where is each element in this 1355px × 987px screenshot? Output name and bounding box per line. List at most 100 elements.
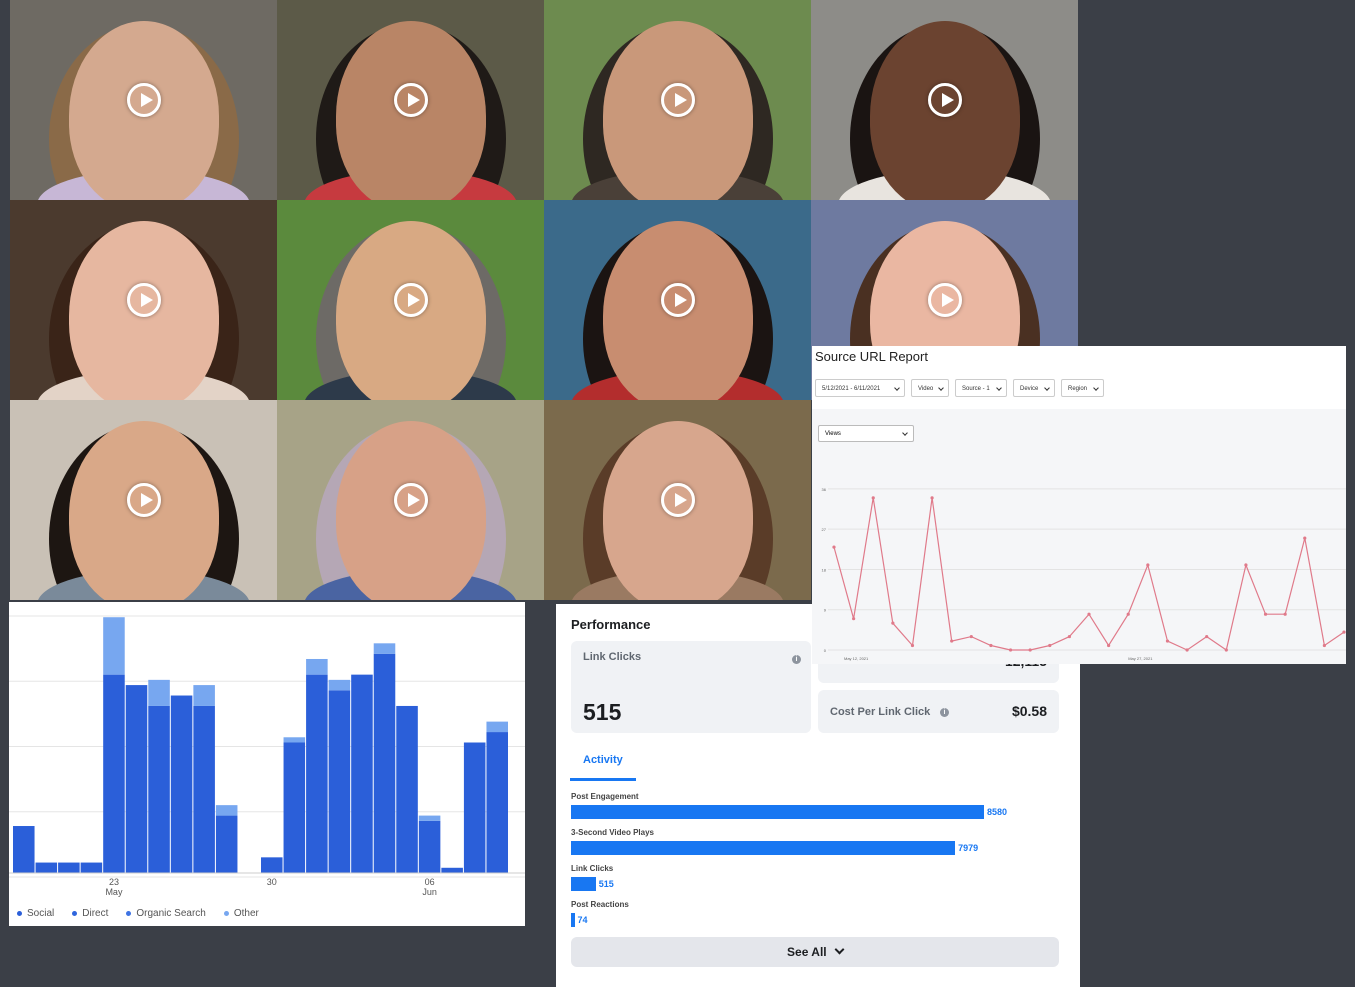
report-filter-dropdown[interactable]: Device [1013,379,1055,397]
play-icon[interactable] [126,483,161,517]
chevron-down-icon [1093,385,1099,391]
video-tile[interactable] [277,400,544,600]
bar-segment [103,617,125,675]
legend-label: Social [27,908,55,919]
data-point [1263,612,1268,616]
video-tile[interactable] [277,0,544,200]
activity-bar [571,805,984,819]
video-tile[interactable] [544,0,811,200]
chevron-down-icon [834,944,845,955]
bar-segment [463,742,486,873]
traffic-chart-panel: 23 May 30 06 Jun Social Direct Organic Search O… [9,602,525,926]
bar-segment [193,685,215,706]
bar-segment [58,862,80,873]
play-icon[interactable] [660,83,695,117]
play-icon[interactable] [126,283,161,317]
tab-activity-underline [570,778,636,781]
play-icon[interactable] [126,83,161,117]
chevron-down-icon [1044,385,1050,391]
activity-bar [571,913,575,927]
report-chart-area: Views 0 9 18 27 36 May 12, 2021 May 27, 2021 [812,409,1346,664]
data-point [1322,643,1326,648]
performance-title: Performance [571,617,651,632]
info-icon[interactable]: i [940,708,949,717]
data-point [871,496,875,500]
bar-segment [283,742,306,873]
data-point [1283,612,1287,616]
legend-item[interactable]: Direct [72,908,108,919]
play-icon[interactable] [393,283,428,317]
info-icon[interactable]: i [792,655,801,664]
data-point [1165,639,1170,643]
y-tick-label: 36 [822,487,827,492]
bar-segment [418,820,441,873]
filter-label: Region [1068,386,1088,392]
legend-item[interactable]: Other [223,908,259,919]
x-tick-month: May [105,887,123,897]
data-point [1342,630,1346,634]
video-tile[interactable] [10,200,277,400]
bar-segment [486,732,508,873]
play-icon[interactable] [927,283,962,317]
report-filter-dropdown[interactable]: 5/12/2021 - 6/11/2021 [815,379,905,397]
chevron-down-icon [938,385,944,391]
cost-per-link-click-label: Cost Per Link Click [830,706,931,718]
play-icon[interactable] [393,483,428,517]
bar-segment [418,815,441,821]
data-point [1067,634,1071,639]
video-tile[interactable] [544,200,811,400]
source-url-report-panel: Source URL Report 5/12/2021 - 6/11/2021 V… [812,346,1346,664]
legend-item[interactable]: Organic Search [126,908,206,919]
data-point [910,643,915,648]
link-clicks-card: Link Clicks i 515 [571,641,811,733]
data-point [1185,648,1189,652]
y-tick-label: 18 [822,567,827,572]
activity-value: 8580 [987,807,1008,817]
data-point [1205,634,1209,639]
data-point [1224,648,1228,652]
link-clicks-card-label: Link Clicks [583,651,642,663]
data-point [1244,563,1248,567]
report-filter-dropdown[interactable]: Video [911,379,949,397]
activity-value: 74 [577,915,588,925]
bar-segment [80,862,103,873]
filter-label: Source - 1 [962,386,990,392]
play-icon[interactable] [927,83,962,117]
legend-label: Organic Search [136,908,206,919]
video-tile[interactable] [544,400,811,600]
chevron-down-icon [894,385,900,391]
bar-segment [373,643,396,654]
play-icon[interactable] [660,283,695,317]
data-point [969,634,973,639]
y-tick-label: 0 [824,648,827,653]
video-tile[interactable] [277,200,544,400]
video-tile[interactable] [811,0,1078,200]
see-all-button[interactable]: See All [571,937,1059,967]
report-title: Source URL Report [815,349,928,364]
play-icon[interactable] [660,483,695,517]
data-point [1126,612,1130,616]
legend-item[interactable]: Social [17,908,54,919]
bar-segment [373,653,396,873]
bar-segment [486,721,508,733]
video-tile[interactable] [10,0,277,200]
cost-per-link-click-card: Cost Per Link Click i $0.58 [818,690,1059,733]
views-series-line [833,497,1345,651]
tab-activity[interactable]: Activity [583,754,623,766]
report-filter-dropdown[interactable]: Region [1061,379,1104,397]
x-tick-label: 23 [109,877,119,887]
bar-segment [13,826,35,873]
data-point [1146,563,1150,567]
video-tile[interactable] [10,400,277,600]
play-icon[interactable] [393,83,428,117]
report-filter-dropdown[interactable]: Source - 1 [955,379,1007,397]
activity-label: 3-Second Video Plays [571,828,654,837]
link-clicks-card-value: 515 [583,699,622,725]
see-all-label: See All [787,945,827,959]
bar-segment [170,695,193,873]
data-point [1008,648,1013,652]
bar-segment [35,862,58,873]
filter-label: Video [918,386,934,392]
legend-label: Direct [82,908,109,919]
data-point [1087,612,1091,616]
